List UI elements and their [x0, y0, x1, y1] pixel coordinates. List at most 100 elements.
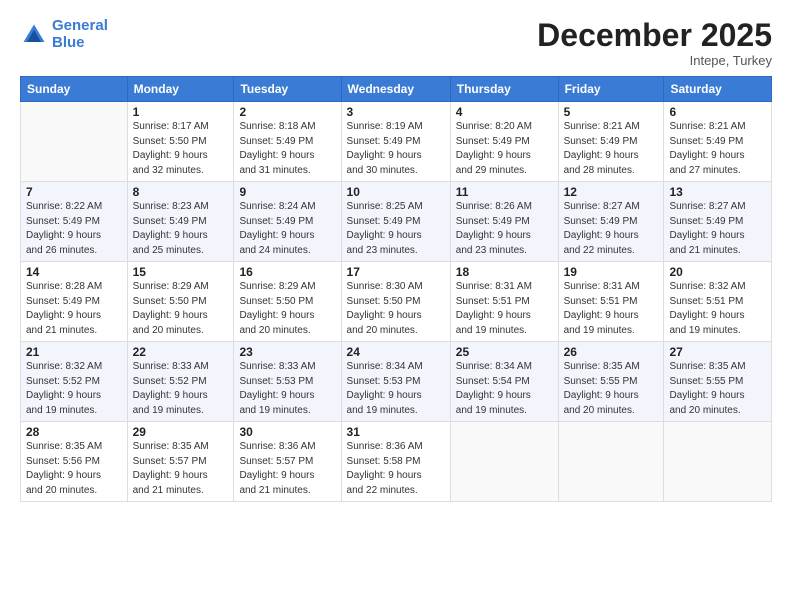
day-info: Sunrise: 8:20 AM Sunset: 5:49 PM Dayligh…: [456, 120, 553, 178]
day-number: 29: [133, 425, 229, 439]
day-info: Sunrise: 8:31 AM Sunset: 5:51 PM Dayligh…: [456, 280, 553, 338]
table-row: [450, 422, 558, 502]
day-number: 24: [347, 345, 445, 359]
logo-icon: [20, 21, 48, 49]
day-info: Sunrise: 8:31 AM Sunset: 5:51 PM Dayligh…: [564, 280, 659, 338]
day-number: 11: [456, 185, 553, 199]
table-row: 31Sunrise: 8:36 AM Sunset: 5:58 PM Dayli…: [341, 422, 450, 502]
day-info: Sunrise: 8:27 AM Sunset: 5:49 PM Dayligh…: [669, 200, 766, 258]
logo-blue: Blue: [52, 34, 85, 51]
location: Intepe, Turkey: [537, 53, 772, 68]
day-info: Sunrise: 8:34 AM Sunset: 5:53 PM Dayligh…: [347, 360, 445, 418]
table-row: 6Sunrise: 8:21 AM Sunset: 5:49 PM Daylig…: [664, 102, 772, 182]
table-row: 12Sunrise: 8:27 AM Sunset: 5:49 PM Dayli…: [558, 182, 664, 262]
day-info: Sunrise: 8:33 AM Sunset: 5:53 PM Dayligh…: [239, 360, 335, 418]
table-row: 9Sunrise: 8:24 AM Sunset: 5:49 PM Daylig…: [234, 182, 341, 262]
table-row: 1Sunrise: 8:17 AM Sunset: 5:50 PM Daylig…: [127, 102, 234, 182]
table-row: 7Sunrise: 8:22 AM Sunset: 5:49 PM Daylig…: [21, 182, 128, 262]
table-row: [21, 102, 128, 182]
day-info: Sunrise: 8:32 AM Sunset: 5:51 PM Dayligh…: [669, 280, 766, 338]
table-row: 26Sunrise: 8:35 AM Sunset: 5:55 PM Dayli…: [558, 342, 664, 422]
day-info: Sunrise: 8:17 AM Sunset: 5:50 PM Dayligh…: [133, 120, 229, 178]
day-number: 2: [239, 105, 335, 119]
day-number: 18: [456, 265, 553, 279]
day-info: Sunrise: 8:18 AM Sunset: 5:49 PM Dayligh…: [239, 120, 335, 178]
day-number: 7: [26, 185, 122, 199]
day-info: Sunrise: 8:35 AM Sunset: 5:55 PM Dayligh…: [564, 360, 659, 418]
day-info: Sunrise: 8:34 AM Sunset: 5:54 PM Dayligh…: [456, 360, 553, 418]
table-row: 11Sunrise: 8:26 AM Sunset: 5:49 PM Dayli…: [450, 182, 558, 262]
month-title: December 2025: [537, 18, 772, 53]
day-info: Sunrise: 8:21 AM Sunset: 5:49 PM Dayligh…: [669, 120, 766, 178]
day-info: Sunrise: 8:29 AM Sunset: 5:50 PM Dayligh…: [239, 280, 335, 338]
day-info: Sunrise: 8:25 AM Sunset: 5:49 PM Dayligh…: [347, 200, 445, 258]
table-row: 17Sunrise: 8:30 AM Sunset: 5:50 PM Dayli…: [341, 262, 450, 342]
table-row: 19Sunrise: 8:31 AM Sunset: 5:51 PM Dayli…: [558, 262, 664, 342]
day-number: 3: [347, 105, 445, 119]
table-row: 18Sunrise: 8:31 AM Sunset: 5:51 PM Dayli…: [450, 262, 558, 342]
day-number: 9: [239, 185, 335, 199]
day-info: Sunrise: 8:32 AM Sunset: 5:52 PM Dayligh…: [26, 360, 122, 418]
table-row: 27Sunrise: 8:35 AM Sunset: 5:55 PM Dayli…: [664, 342, 772, 422]
table-row: 14Sunrise: 8:28 AM Sunset: 5:49 PM Dayli…: [21, 262, 128, 342]
day-number: 30: [239, 425, 335, 439]
day-number: 5: [564, 105, 659, 119]
day-info: Sunrise: 8:35 AM Sunset: 5:55 PM Dayligh…: [669, 360, 766, 418]
table-row: 16Sunrise: 8:29 AM Sunset: 5:50 PM Dayli…: [234, 262, 341, 342]
day-number: 8: [133, 185, 229, 199]
table-row: 28Sunrise: 8:35 AM Sunset: 5:56 PM Dayli…: [21, 422, 128, 502]
day-info: Sunrise: 8:23 AM Sunset: 5:49 PM Dayligh…: [133, 200, 229, 258]
day-info: Sunrise: 8:30 AM Sunset: 5:50 PM Dayligh…: [347, 280, 445, 338]
table-row: 5Sunrise: 8:21 AM Sunset: 5:49 PM Daylig…: [558, 102, 664, 182]
table-row: 23Sunrise: 8:33 AM Sunset: 5:53 PM Dayli…: [234, 342, 341, 422]
table-row: 22Sunrise: 8:33 AM Sunset: 5:52 PM Dayli…: [127, 342, 234, 422]
day-info: Sunrise: 8:26 AM Sunset: 5:49 PM Dayligh…: [456, 200, 553, 258]
col-header-saturday: Saturday: [664, 77, 772, 102]
day-info: Sunrise: 8:29 AM Sunset: 5:50 PM Dayligh…: [133, 280, 229, 338]
table-row: 4Sunrise: 8:20 AM Sunset: 5:49 PM Daylig…: [450, 102, 558, 182]
day-info: Sunrise: 8:28 AM Sunset: 5:49 PM Dayligh…: [26, 280, 122, 338]
day-info: Sunrise: 8:21 AM Sunset: 5:49 PM Dayligh…: [564, 120, 659, 178]
day-number: 6: [669, 105, 766, 119]
day-info: Sunrise: 8:22 AM Sunset: 5:49 PM Dayligh…: [26, 200, 122, 258]
col-header-tuesday: Tuesday: [234, 77, 341, 102]
col-header-sunday: Sunday: [21, 77, 128, 102]
table-row: [558, 422, 664, 502]
col-header-monday: Monday: [127, 77, 234, 102]
day-info: Sunrise: 8:35 AM Sunset: 5:57 PM Dayligh…: [133, 440, 229, 498]
page: General Blue December 2025 Intepe, Turke…: [0, 0, 792, 612]
day-info: Sunrise: 8:35 AM Sunset: 5:56 PM Dayligh…: [26, 440, 122, 498]
logo-general: General: [52, 17, 108, 34]
header: General Blue December 2025 Intepe, Turke…: [20, 18, 772, 68]
table-row: 3Sunrise: 8:19 AM Sunset: 5:49 PM Daylig…: [341, 102, 450, 182]
day-info: Sunrise: 8:19 AM Sunset: 5:49 PM Dayligh…: [347, 120, 445, 178]
col-header-friday: Friday: [558, 77, 664, 102]
day-number: 13: [669, 185, 766, 199]
day-number: 14: [26, 265, 122, 279]
table-row: 10Sunrise: 8:25 AM Sunset: 5:49 PM Dayli…: [341, 182, 450, 262]
col-header-thursday: Thursday: [450, 77, 558, 102]
table-row: 15Sunrise: 8:29 AM Sunset: 5:50 PM Dayli…: [127, 262, 234, 342]
col-header-wednesday: Wednesday: [341, 77, 450, 102]
day-info: Sunrise: 8:27 AM Sunset: 5:49 PM Dayligh…: [564, 200, 659, 258]
day-number: 10: [347, 185, 445, 199]
table-row: 29Sunrise: 8:35 AM Sunset: 5:57 PM Dayli…: [127, 422, 234, 502]
day-number: 31: [347, 425, 445, 439]
calendar-table: SundayMondayTuesdayWednesdayThursdayFrid…: [20, 76, 772, 502]
day-info: Sunrise: 8:24 AM Sunset: 5:49 PM Dayligh…: [239, 200, 335, 258]
table-row: 30Sunrise: 8:36 AM Sunset: 5:57 PM Dayli…: [234, 422, 341, 502]
table-row: 2Sunrise: 8:18 AM Sunset: 5:49 PM Daylig…: [234, 102, 341, 182]
day-number: 26: [564, 345, 659, 359]
day-info: Sunrise: 8:36 AM Sunset: 5:58 PM Dayligh…: [347, 440, 445, 498]
day-info: Sunrise: 8:33 AM Sunset: 5:52 PM Dayligh…: [133, 360, 229, 418]
day-number: 28: [26, 425, 122, 439]
table-row: 8Sunrise: 8:23 AM Sunset: 5:49 PM Daylig…: [127, 182, 234, 262]
table-row: 21Sunrise: 8:32 AM Sunset: 5:52 PM Dayli…: [21, 342, 128, 422]
logo: General Blue: [20, 18, 108, 51]
table-row: 13Sunrise: 8:27 AM Sunset: 5:49 PM Dayli…: [664, 182, 772, 262]
day-number: 21: [26, 345, 122, 359]
table-row: 24Sunrise: 8:34 AM Sunset: 5:53 PM Dayli…: [341, 342, 450, 422]
day-number: 17: [347, 265, 445, 279]
day-number: 19: [564, 265, 659, 279]
day-number: 1: [133, 105, 229, 119]
